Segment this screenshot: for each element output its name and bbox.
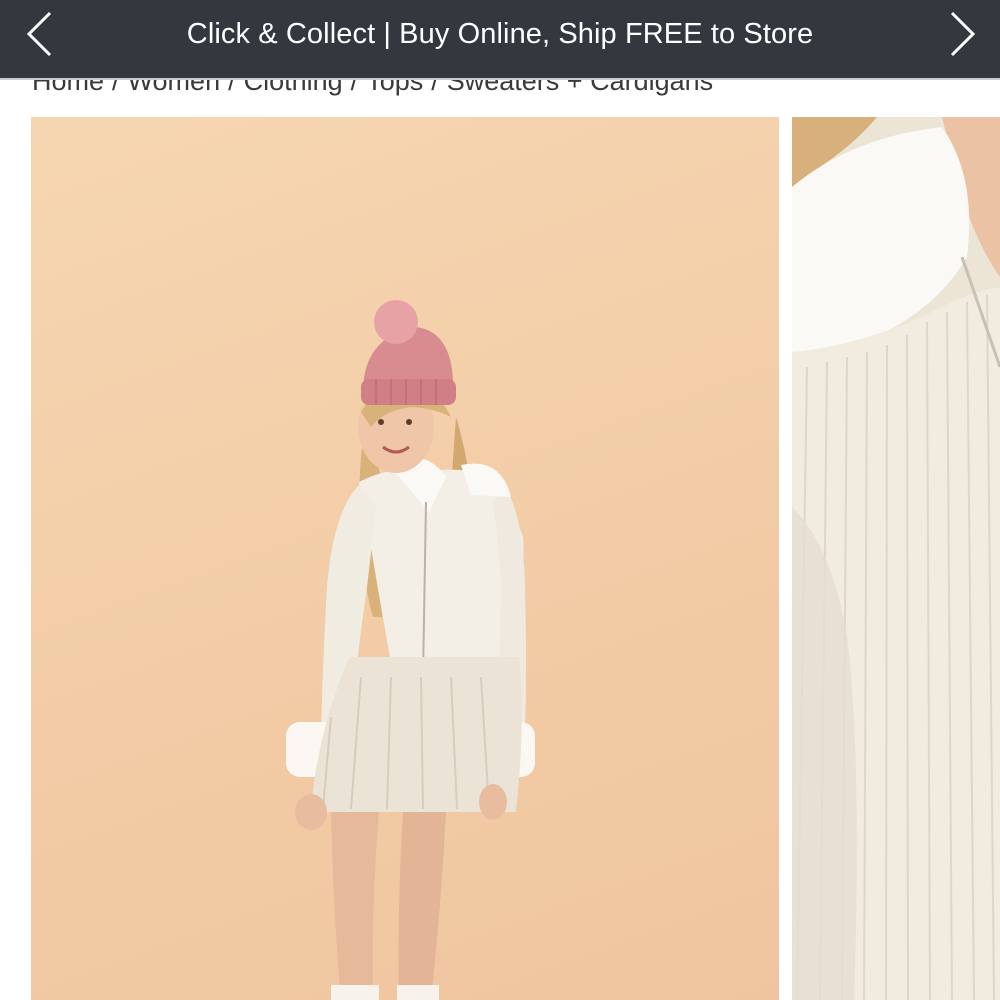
product-image-main[interactable] <box>31 117 779 1000</box>
promo-text[interactable]: Click & Collect | Buy Online, Ship FREE … <box>0 0 1000 68</box>
promo-banner: Click & Collect | Buy Online, Ship FREE … <box>0 0 1000 80</box>
breadcrumb-home[interactable]: Home <box>32 80 104 96</box>
breadcrumb-clothing[interactable]: Clothing <box>244 80 343 96</box>
breadcrumb-sweaters-cardigans[interactable]: Sweaters + Cardigans <box>447 80 713 96</box>
breadcrumb-separator: / <box>350 80 359 96</box>
breadcrumb-separator: / <box>431 80 439 96</box>
product-image-detail[interactable] <box>792 117 1000 1000</box>
breadcrumb-women[interactable]: Women <box>128 80 221 96</box>
breadcrumb-separator: / <box>112 80 120 96</box>
chevron-right-icon[interactable] <box>940 8 984 60</box>
breadcrumb: Home / Women / Clothing / Tops / Sweaters + Card… <box>0 80 1000 96</box>
breadcrumb-separator: / <box>228 80 236 96</box>
breadcrumb-tops[interactable]: Tops <box>366 80 423 96</box>
